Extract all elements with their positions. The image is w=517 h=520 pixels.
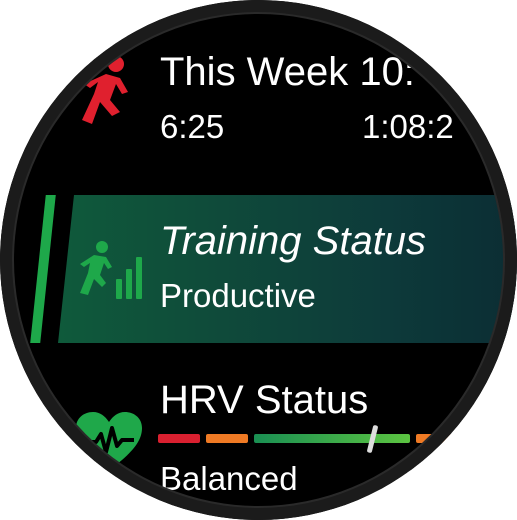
this-week-left-value: 6:25 (160, 108, 225, 145)
training-status-title: Training Status (160, 219, 427, 263)
widget-hrv-status[interactable]: HRV Status Balanced 4 (0, 370, 517, 520)
hrv-status-title: HRV Status (160, 378, 369, 422)
heart-ecg-icon (76, 412, 142, 470)
hrv-gauge-segment-orange-1 (206, 434, 248, 443)
this-week-right-value: 1:08:2 (362, 108, 454, 145)
hrv-gauge-segment-orange-2 (416, 434, 458, 443)
hrv-gauge-segment-red (158, 434, 200, 443)
hrv-gauge-segment-green (254, 434, 410, 443)
hrv-numeric-value: 4 (396, 460, 415, 497)
selection-indicator (30, 195, 56, 343)
training-status-icon (80, 241, 142, 299)
training-status-value: Productive (160, 277, 316, 314)
this-week-title: This Week 10: (160, 50, 415, 94)
watch-face: This Week 10: 6:25 1:08:2 Training Statu… (0, 0, 517, 520)
widget-this-week[interactable]: This Week 10: 6:25 1:08:2 (0, 30, 517, 160)
running-icon (82, 56, 128, 124)
hrv-status-value: Balanced (160, 460, 298, 497)
widget-training-status[interactable]: Training Status Productive (0, 195, 517, 343)
